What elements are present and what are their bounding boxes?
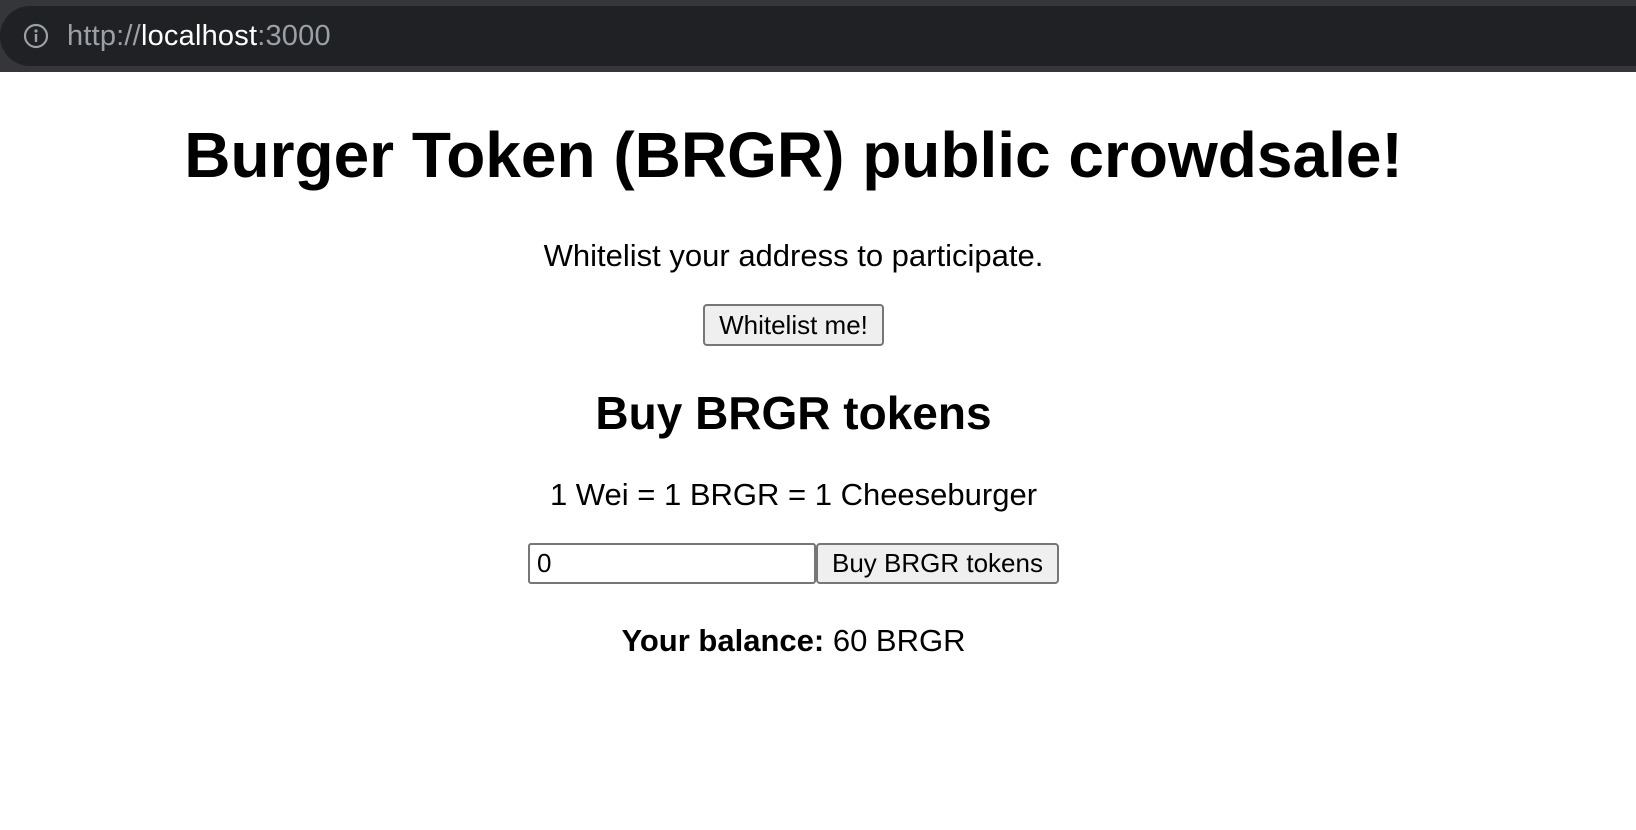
url-host: localhost xyxy=(140,19,258,52)
browser-toolbar: http://localhost:3000 xyxy=(0,0,1636,72)
amount-input[interactable] xyxy=(528,542,816,584)
page-title: Burger Token (BRGR) public crowdsale! xyxy=(184,119,1403,191)
url-port: :3000 xyxy=(257,19,331,52)
buy-form: Buy BRGR tokens xyxy=(0,542,1587,584)
page-content: Burger Token (BRGR) public crowdsale! Wh… xyxy=(0,72,1587,659)
url-scheme: http:// xyxy=(67,19,141,52)
address-bar[interactable]: http://localhost:3000 xyxy=(0,6,1636,66)
exchange-rate-text: 1 Wei = 1 BRGR = 1 Cheeseburger xyxy=(549,476,1038,512)
url-text[interactable]: http://localhost:3000 xyxy=(67,20,331,53)
whitelist-button[interactable]: Whitelist me! xyxy=(703,303,884,347)
info-icon[interactable] xyxy=(22,22,50,50)
balance-line: Your balance: 60 BRGR xyxy=(0,622,1587,659)
buy-tokens-button[interactable]: Buy BRGR tokens xyxy=(816,542,1059,584)
buy-heading: Buy BRGR tokens xyxy=(595,387,992,440)
whitelist-row: Whitelist me! xyxy=(0,303,1587,347)
whitelist-prompt: Whitelist your address to participate. xyxy=(543,237,1044,273)
balance-label: Your balance: xyxy=(621,622,825,658)
balance-value: 60 BRGR xyxy=(832,622,966,658)
